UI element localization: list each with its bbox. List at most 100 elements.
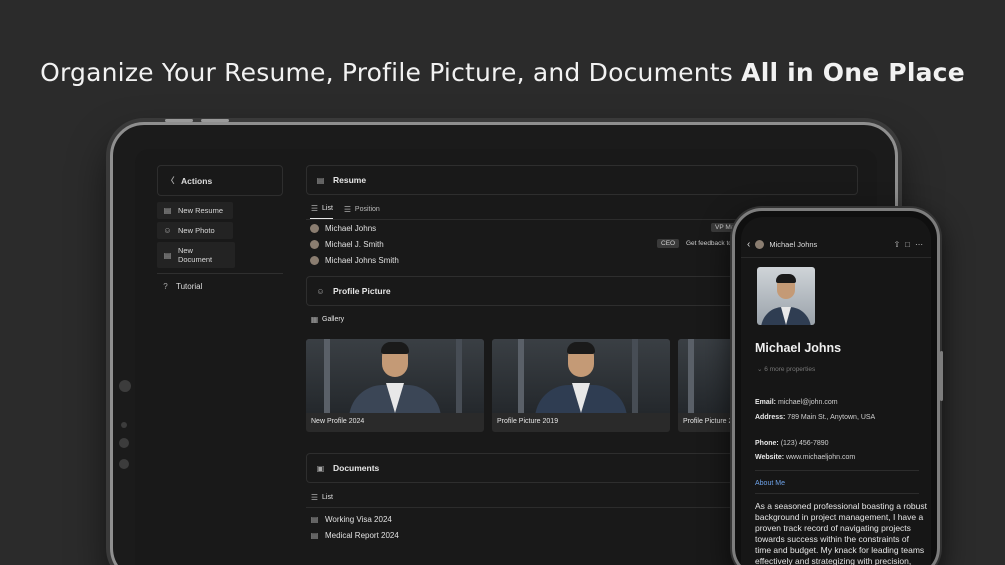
gallery-card[interactable]: New Profile 2024 (306, 339, 484, 432)
email-value[interactable]: michael@john.com (778, 399, 838, 406)
document-row-name: Medical Report 2024 (325, 530, 399, 540)
feedback-note: Get feedback to (686, 240, 732, 247)
comment-icon[interactable]: □ (905, 240, 910, 249)
hair-shape (567, 342, 595, 354)
background-light (518, 339, 524, 413)
new-resume-button[interactable]: ▤ New Resume (157, 202, 233, 219)
phone-label: Phone: (755, 440, 779, 447)
background-light (324, 339, 330, 413)
actions-header[interactable]: 〈 Actions (157, 165, 283, 196)
gallery-card[interactable]: Profile Picture 2019 (492, 339, 670, 432)
profile-photo (492, 339, 670, 413)
email-line: Email: michael@john.com (755, 399, 838, 406)
address-line: Address: 789 Main St., Anytown, USA (755, 414, 875, 421)
new-photo-label: New Photo (178, 226, 215, 235)
tab-position-label: Position (354, 205, 380, 213)
phone-screen: ‹ Michael Johns ⇧ □ ⋯ Michael Johns ⌄ 6 … (741, 217, 931, 565)
sidebar: 〈 Actions ▤ New Resume ☺ New Photo ▤ New… (157, 165, 283, 293)
phone-header-actions: ⇧ □ ⋯ (893, 240, 923, 249)
card-caption: New Profile 2024 (311, 418, 365, 425)
background-light (456, 339, 462, 413)
background-light (632, 339, 638, 413)
headline: Organize Your Resume, Profile Picture, a… (0, 58, 1005, 87)
sidebar-divider (157, 273, 283, 274)
question-icon: ? (163, 282, 168, 291)
tutorial-label: Tutorial (176, 282, 203, 291)
profile-photo (678, 339, 738, 413)
document-icon: ▤ (310, 514, 319, 524)
phone-value: (123) 456-7890 (780, 440, 829, 447)
resume-row-name: Michael J. Smith (325, 239, 384, 249)
tablet-sensor (119, 438, 129, 448)
tab-documents-list[interactable]: ☰ List (310, 493, 333, 507)
document-icon: ▤ (316, 175, 325, 185)
tablet-camera (119, 380, 131, 392)
avatar (310, 239, 319, 249)
card-caption: Profile Picture 2 (683, 418, 733, 425)
headline-bold: All in One Place (741, 58, 965, 87)
grid-icon: ▦ (310, 315, 319, 324)
phone-header-divider (741, 257, 931, 258)
user-circle-icon: ☺ (316, 286, 325, 296)
background-light (688, 339, 694, 413)
hair-shape (776, 274, 796, 283)
phone-button (940, 351, 943, 401)
more-properties-label: 6 more properties (764, 366, 816, 373)
more-properties-toggle[interactable]: ⌄ 6 more properties (757, 365, 815, 373)
tablet-sensor (119, 459, 129, 469)
website-label: Website: (755, 454, 785, 461)
resume-row-name: Michael Johns Smith (325, 255, 399, 265)
tab-gallery[interactable]: ▦ Gallery (310, 315, 344, 329)
tablet-button (165, 119, 193, 122)
list-icon: ☰ (343, 204, 351, 214)
new-photo-button[interactable]: ☺ New Photo (157, 222, 233, 239)
document-icon: ▤ (310, 530, 319, 540)
document-row-name: Working Visa 2024 (325, 514, 392, 524)
tab-gallery-label: Gallery (322, 316, 345, 323)
share-icon[interactable]: ⇧ (893, 240, 900, 249)
list-icon: ☰ (310, 493, 319, 502)
website-line: Website: www.michaeljohn.com (755, 454, 855, 461)
phone-line: Phone: (123) 456-7890 (755, 440, 829, 447)
about-me-heading: About Me (755, 480, 785, 487)
new-document-label: New Document (177, 246, 213, 264)
divider (755, 470, 919, 471)
resume-row-name: Michael Johns (325, 223, 377, 233)
document-icon: ▤ (163, 250, 172, 260)
more-icon[interactable]: ⋯ (915, 240, 923, 249)
list-icon: ☰ (310, 204, 319, 213)
profile-photo (306, 339, 484, 413)
headline-regular: Organize Your Resume, Profile Picture, a… (40, 58, 742, 87)
profile-name: Michael Johns (755, 341, 842, 355)
tab-list-label: List (322, 205, 333, 212)
tab-documents-list-label: List (322, 494, 333, 501)
website-value[interactable]: www.michaeljohn.com (786, 454, 855, 461)
profile-photo (757, 267, 815, 325)
document-icon: ▤ (163, 206, 172, 215)
position-badge: CEO (657, 239, 680, 248)
avatar (310, 223, 319, 233)
phone-header-name: Michael Johns (769, 240, 818, 249)
gallery-card[interactable]: Profile Picture 2 (678, 339, 738, 432)
actions-label: Actions (181, 175, 213, 186)
avatar (755, 240, 765, 249)
tab-list[interactable]: ☰ List (310, 204, 333, 219)
new-document-button[interactable]: ▤ New Document (157, 242, 235, 268)
phone-frame: ‹ Michael Johns ⇧ □ ⋯ Michael Johns ⌄ 6 … (732, 208, 943, 565)
tab-position[interactable]: ☰ Position (343, 204, 380, 219)
profile-picture-title: Profile Picture (333, 286, 391, 296)
address-value: 789 Main St., Anytown, USA (787, 414, 876, 421)
tutorial-link[interactable]: ? Tutorial (157, 280, 283, 293)
divider (755, 493, 919, 494)
address-label: Address: (755, 414, 786, 421)
tablet-button (201, 119, 229, 122)
email-label: Email: (755, 399, 777, 406)
documents-title: Documents (333, 463, 380, 473)
new-resume-label: New Resume (178, 206, 224, 215)
resume-header[interactable]: ▤ Resume (306, 165, 858, 195)
card-caption: Profile Picture 2019 (497, 418, 559, 425)
about-me-text: As a seasoned professional boasting a ro… (755, 501, 928, 565)
back-icon[interactable]: ‹ (747, 239, 750, 250)
phone-header: ‹ Michael Johns ⇧ □ ⋯ (747, 239, 923, 250)
hair-shape (381, 342, 409, 354)
